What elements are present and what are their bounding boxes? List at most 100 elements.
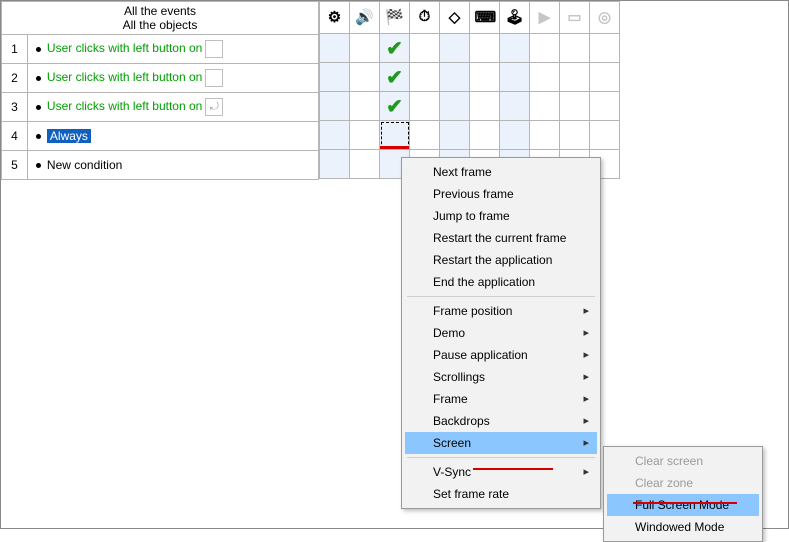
object-slot[interactable] bbox=[205, 40, 223, 58]
condition-cell[interactable]: User clicks with left button on bbox=[27, 35, 318, 64]
row-number[interactable]: 5 bbox=[2, 151, 28, 180]
actions-grid: ⚙︎🔊🏁⏱◇⌨🕹▶▭◎ ✔ ✔ ✔ bbox=[319, 1, 620, 179]
grid-cell[interactable] bbox=[320, 34, 350, 63]
grid-cell[interactable] bbox=[500, 92, 530, 121]
menu-item[interactable]: Next frame bbox=[405, 161, 597, 183]
row-number[interactable]: 1 bbox=[2, 35, 28, 64]
grid-cell[interactable] bbox=[470, 121, 500, 150]
grid-cell[interactable] bbox=[350, 121, 380, 150]
grid-cell[interactable] bbox=[320, 63, 350, 92]
grid-cell[interactable] bbox=[410, 34, 440, 63]
row-number[interactable]: 4 bbox=[2, 122, 28, 151]
grid-cell[interactable] bbox=[500, 121, 530, 150]
bullet-icon bbox=[36, 163, 41, 168]
grid-cell[interactable] bbox=[350, 34, 380, 63]
menu-item[interactable]: Restart the current frame bbox=[405, 227, 597, 249]
grid-cell[interactable] bbox=[410, 121, 440, 150]
grid-cell[interactable] bbox=[440, 92, 470, 121]
grid-cell[interactable] bbox=[440, 63, 470, 92]
joystick-icon[interactable]: 🕹 bbox=[500, 2, 530, 34]
play-icon[interactable]: ▶ bbox=[530, 2, 560, 34]
grid-cell[interactable] bbox=[530, 34, 560, 63]
grid-cell[interactable] bbox=[560, 92, 590, 121]
grid-cell[interactable] bbox=[560, 63, 590, 92]
object-slot[interactable] bbox=[205, 69, 223, 87]
events-header: All the events All the objects bbox=[2, 2, 319, 35]
grid-cell[interactable] bbox=[590, 34, 620, 63]
header-line2: All the objects bbox=[6, 18, 314, 32]
grid-cell[interactable] bbox=[440, 121, 470, 150]
grid-cell[interactable] bbox=[320, 121, 350, 150]
menu-item[interactable]: Backdrops bbox=[405, 410, 597, 432]
condition-cell[interactable]: User clicks with left button on⤾ bbox=[27, 93, 318, 122]
condition-text: User clicks with left button on bbox=[47, 70, 202, 84]
menu-item[interactable]: Frame position bbox=[405, 300, 597, 322]
sound-icon[interactable]: 🔊 bbox=[350, 2, 380, 34]
condition-text: User clicks with left button on bbox=[47, 99, 202, 113]
grid-cell[interactable] bbox=[500, 34, 530, 63]
grid-cell[interactable] bbox=[530, 63, 560, 92]
grid-cell[interactable]: ✔ bbox=[380, 92, 410, 121]
menu-item[interactable]: Windowed Mode bbox=[607, 516, 759, 538]
annotation-marker bbox=[633, 502, 737, 504]
bullet-icon bbox=[36, 134, 41, 139]
menu-item[interactable]: Pause application bbox=[405, 344, 597, 366]
menu-item[interactable]: V-Sync bbox=[405, 461, 597, 483]
grid-cell[interactable] bbox=[530, 92, 560, 121]
menu-item[interactable]: Demo bbox=[405, 322, 597, 344]
menu-item[interactable]: Frame bbox=[405, 388, 597, 410]
window-icon[interactable]: ▭ bbox=[560, 2, 590, 34]
grid-cell[interactable] bbox=[530, 121, 560, 150]
grid-cell[interactable] bbox=[410, 92, 440, 121]
bullet-icon bbox=[36, 105, 41, 110]
context-submenu-screen[interactable]: Clear screenClear zoneFull Screen ModeWi… bbox=[603, 446, 763, 542]
menu-separator bbox=[407, 457, 595, 458]
menu-item[interactable]: Scrollings bbox=[405, 366, 597, 388]
menu-item[interactable]: Jump to frame bbox=[405, 205, 597, 227]
grid-cell[interactable] bbox=[590, 63, 620, 92]
row-number[interactable]: 3 bbox=[2, 93, 28, 122]
grid-cell[interactable] bbox=[320, 150, 350, 179]
condition-cell[interactable]: User clicks with left button on bbox=[27, 64, 318, 93]
grid-cell[interactable] bbox=[320, 92, 350, 121]
header-line1: All the events bbox=[6, 4, 314, 18]
check-icon: ✔ bbox=[386, 67, 403, 89]
menu-item: Clear zone bbox=[607, 472, 759, 494]
timer-icon[interactable]: ⏱ bbox=[410, 2, 440, 34]
grid-cell[interactable]: ✔ bbox=[380, 34, 410, 63]
bullet-icon bbox=[36, 47, 41, 52]
menu-item[interactable]: Restart the application bbox=[405, 249, 597, 271]
bullet-icon bbox=[36, 76, 41, 81]
condition-cell[interactable]: New condition bbox=[27, 151, 318, 180]
context-menu[interactable]: Next framePrevious frameJump to frameRes… bbox=[401, 157, 601, 509]
grid-cell[interactable] bbox=[350, 92, 380, 121]
menu-item[interactable]: End the application bbox=[405, 271, 597, 293]
grid-cell[interactable] bbox=[560, 34, 590, 63]
menu-item[interactable]: Set frame rate bbox=[405, 483, 597, 505]
grid-cell[interactable] bbox=[470, 63, 500, 92]
keyboard-icon[interactable]: ⌨ bbox=[470, 2, 500, 34]
grid-cell[interactable] bbox=[350, 63, 380, 92]
grid-cell[interactable] bbox=[380, 121, 410, 150]
grid-cell[interactable] bbox=[350, 150, 380, 179]
row-number[interactable]: 2 bbox=[2, 64, 28, 93]
menu-item[interactable]: Previous frame bbox=[405, 183, 597, 205]
condition-cell[interactable]: Always bbox=[27, 122, 318, 151]
storyboard-icon[interactable]: 🏁 bbox=[380, 2, 410, 34]
object-slot[interactable]: ⤾ bbox=[205, 98, 223, 116]
new-objects-icon[interactable]: ◇ bbox=[440, 2, 470, 34]
menu-item[interactable]: Full Screen Mode bbox=[607, 494, 759, 516]
grid-cell[interactable] bbox=[470, 92, 500, 121]
grid-cell[interactable] bbox=[590, 121, 620, 150]
grid-cell[interactable] bbox=[500, 63, 530, 92]
grid-cell[interactable]: ✔ bbox=[380, 63, 410, 92]
grid-cell[interactable] bbox=[440, 34, 470, 63]
grid-cell[interactable] bbox=[560, 121, 590, 150]
gears-icon[interactable]: ⚙︎ bbox=[320, 2, 350, 34]
grid-cell[interactable] bbox=[590, 92, 620, 121]
grid-cell[interactable] bbox=[410, 63, 440, 92]
menu-item[interactable]: Screen bbox=[405, 432, 597, 454]
events-table: All the events All the objects 1User cli… bbox=[1, 1, 319, 180]
app-icon[interactable]: ◎ bbox=[590, 2, 620, 34]
grid-cell[interactable] bbox=[470, 34, 500, 63]
